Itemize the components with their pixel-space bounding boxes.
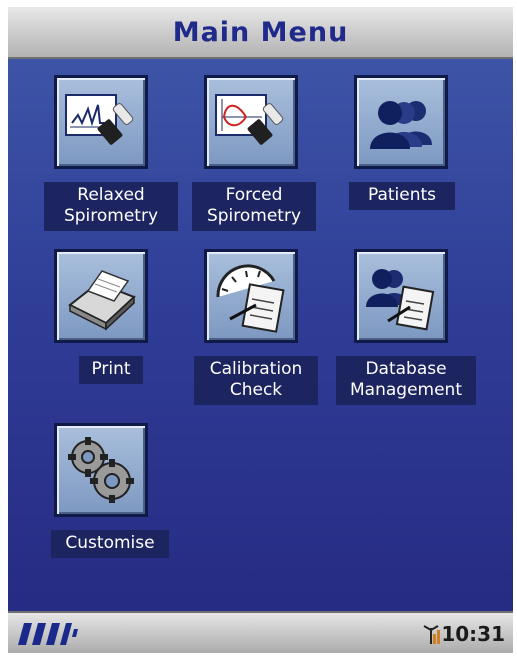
device-screen: Main Menu Relaxed Spirometry Forced Spir… [8,7,513,653]
menu-tile-print[interactable] [54,249,148,343]
menu-label-relaxed-spirometry[interactable]: Relaxed Spirometry [44,182,178,231]
menu-label-database-management[interactable]: Database Management [336,356,476,405]
forced-spirometry-icon [215,94,284,145]
database-management-icon [366,269,435,331]
menu-label-calibration-check[interactable]: Calibration Check [194,356,318,405]
clock-time: 10:31 [441,622,505,646]
menu-tile-calibration-check[interactable] [204,249,298,343]
gears-icon [68,437,134,503]
menu-label-print[interactable]: Print [79,356,143,384]
printer-icon [68,270,136,331]
calibration-check-icon [216,264,285,333]
menu-label-customise[interactable]: Customise [51,530,169,558]
battery-icon [18,623,78,645]
relaxed-spirometry-icon [65,94,134,145]
antenna-signal-icon [423,625,440,644]
menu-tile-relaxed-spirometry[interactable] [54,75,148,169]
menu-area: Relaxed Spirometry Forced Spirometry Pat… [8,59,513,611]
menu-tile-patients[interactable] [354,75,448,169]
title-bar: Main Menu [8,7,513,59]
menu-tile-forced-spirometry[interactable] [204,75,298,169]
patients-icon [370,101,432,149]
page-title: Main Menu [172,16,349,48]
menu-label-forced-spirometry[interactable]: Forced Spirometry [192,182,316,231]
menu-tile-customise[interactable] [54,423,148,517]
menu-label-patients[interactable]: Patients [349,182,455,210]
status-bar: 10:31 [8,611,513,653]
menu-tile-database-management[interactable] [354,249,448,343]
